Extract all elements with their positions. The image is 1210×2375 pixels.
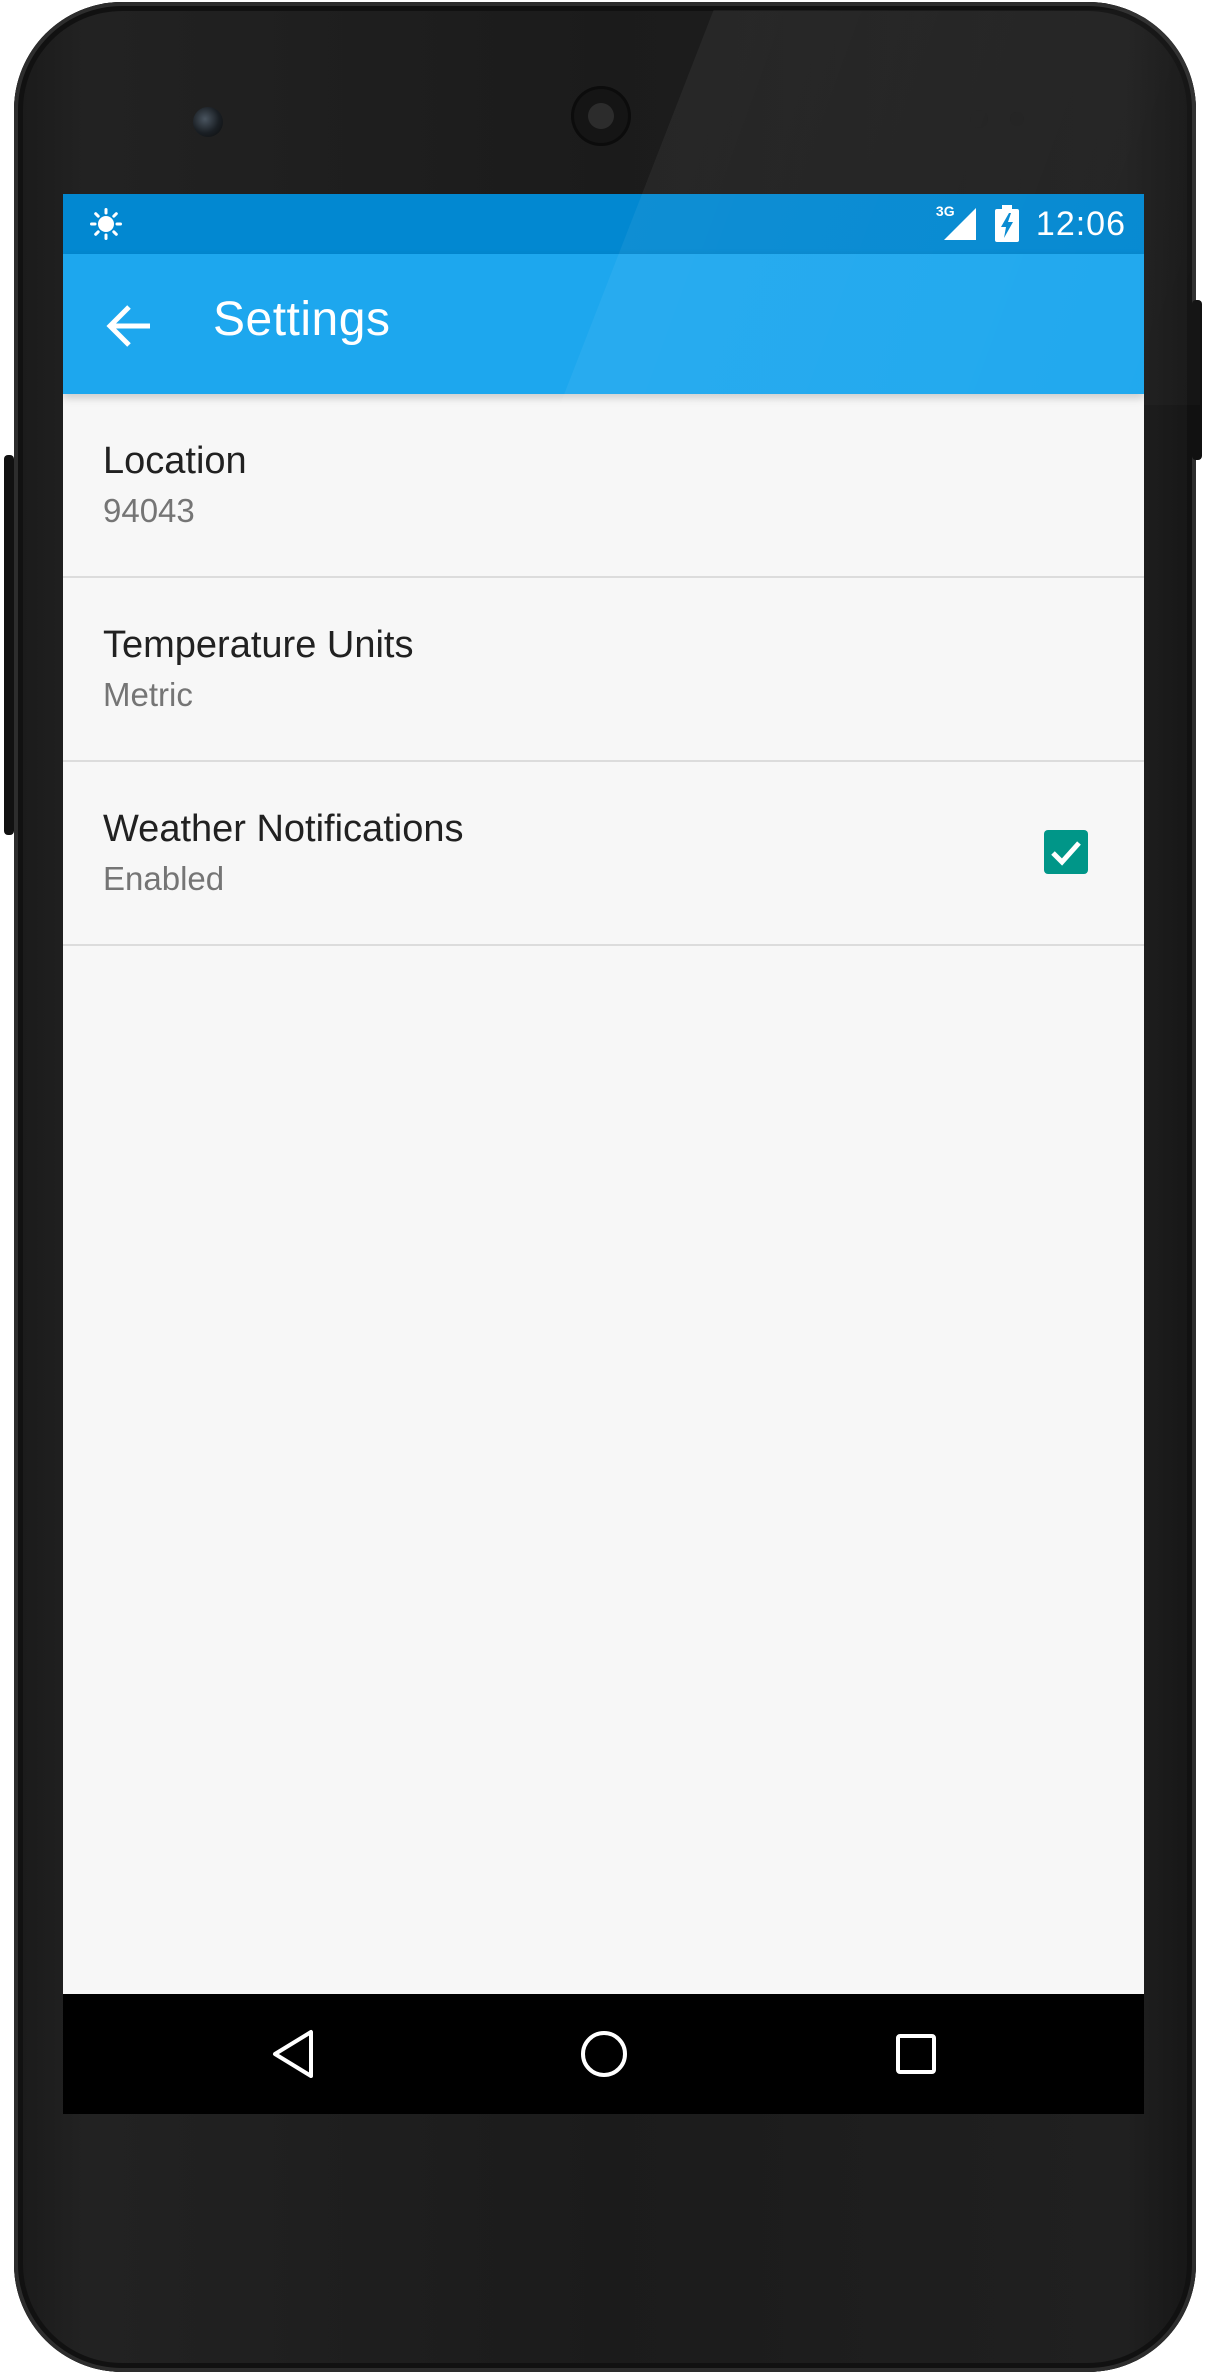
arrow-back-icon[interactable] (106, 304, 154, 348)
battery-charging-icon (994, 205, 1019, 242)
setting-title: Temperature Units (103, 624, 414, 666)
power-button (1192, 300, 1202, 460)
setting-title: Weather Notifications (103, 808, 464, 850)
nav-recents-icon[interactable] (886, 2024, 946, 2084)
nav-home-icon[interactable] (574, 2024, 634, 2084)
status-time: 12:06 (1035, 204, 1126, 243)
notifications-checkbox[interactable] (1044, 830, 1088, 874)
front-camera (193, 107, 223, 137)
setting-location[interactable]: Location 94043 (63, 394, 1144, 578)
checkmark-icon (1051, 841, 1081, 866)
weather-sun-icon (90, 208, 122, 240)
settings-list: Location 94043 Temperature Units Metric … (63, 394, 1144, 946)
status-bar: 3G 12:06 (63, 194, 1144, 254)
setting-summary: Metric (103, 676, 193, 713)
screen: 3G 12:06 Settings Location 94043 Tempera… (63, 194, 1144, 2114)
proximity-sensor (970, 110, 988, 128)
signal-icon: 3G (936, 203, 978, 242)
app-toolbar: Settings (63, 254, 1144, 394)
nav-back-icon[interactable] (263, 2024, 323, 2084)
setting-weather-notifications[interactable]: Weather Notifications Enabled (63, 762, 1144, 946)
setting-temperature-units[interactable]: Temperature Units Metric (63, 578, 1144, 762)
setting-summary: Enabled (103, 860, 225, 897)
setting-summary: 94043 (103, 492, 195, 529)
volume-button (4, 455, 14, 835)
light-sensor (1010, 112, 1024, 126)
page-title: Settings (213, 293, 391, 346)
navigation-bar (63, 1994, 1144, 2114)
setting-title: Location (103, 440, 247, 482)
earpiece-speaker (571, 86, 631, 146)
